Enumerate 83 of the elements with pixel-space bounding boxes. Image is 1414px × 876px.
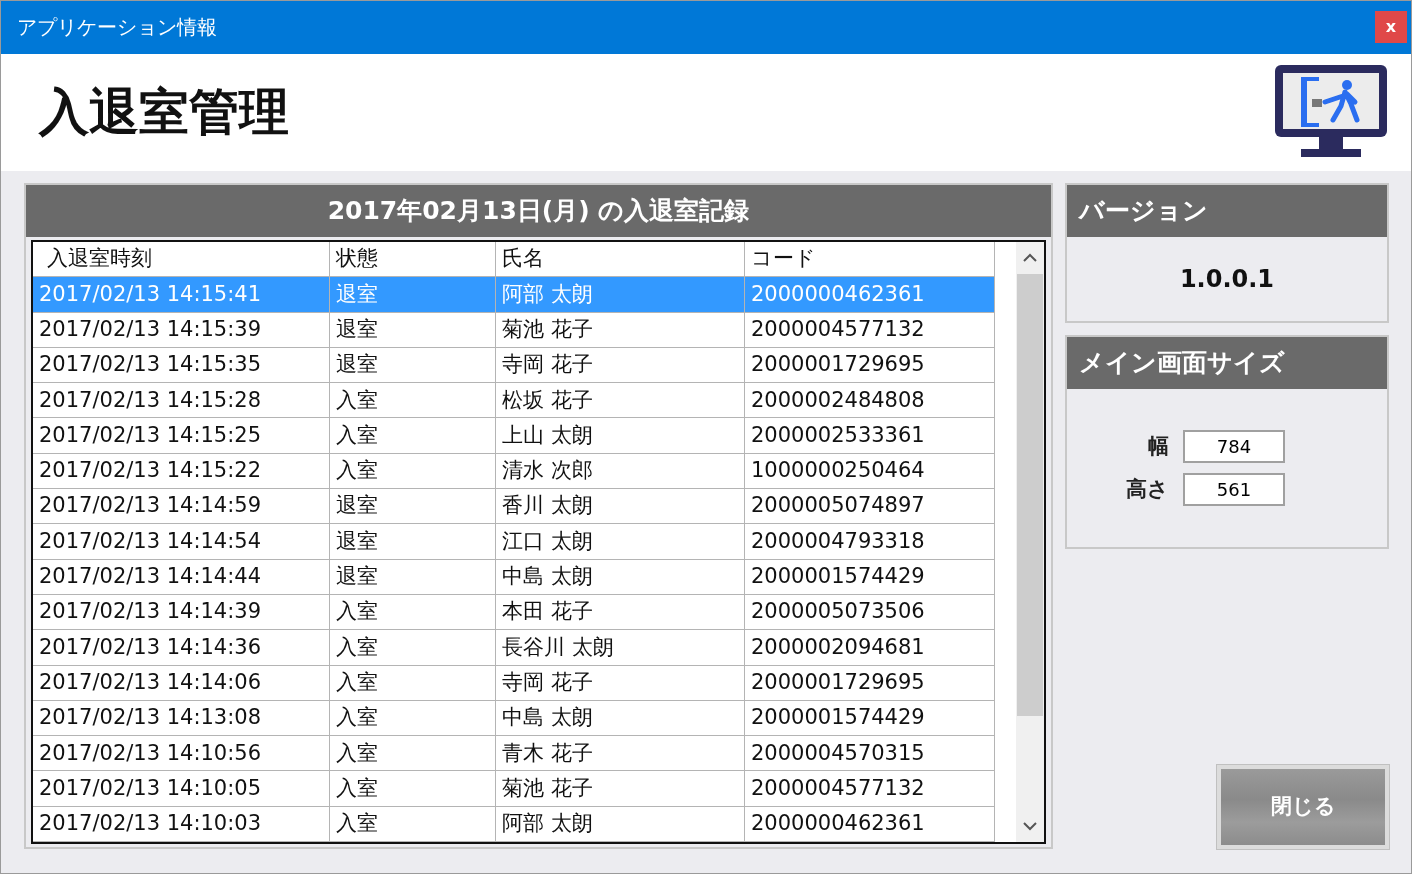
table-cell: 江口 太朗	[496, 524, 745, 560]
table-cell: 2000001574429	[745, 559, 995, 595]
table-cell: 退室	[330, 489, 496, 525]
scrollbar[interactable]	[1016, 241, 1044, 842]
table-cell: 入室	[330, 665, 496, 701]
app-title: 入退室管理	[39, 81, 289, 143]
table-cell: 2017/02/13 14:15:35	[33, 347, 330, 384]
table-cell: 2017/02/13 14:14:44	[33, 559, 330, 595]
table-cell: 入室	[330, 630, 496, 666]
table-cell: 入室	[330, 383, 496, 419]
table-cell: 2000001729695	[745, 665, 995, 701]
column-header[interactable]: 状態	[330, 241, 496, 278]
close-button[interactable]: x	[1375, 11, 1407, 44]
scroll-down-icon[interactable]	[1023, 821, 1038, 831]
version-text: 1.0.0.1	[1178, 263, 1276, 295]
table-cell: 2017/02/13 14:10:56	[33, 736, 330, 772]
table-cell: 上山 太朗	[496, 418, 745, 454]
table-cell: 2017/02/13 14:10:03	[33, 806, 330, 842]
table-cell: 本田 花子	[496, 594, 745, 631]
table-cell: 2000005074897	[745, 489, 995, 525]
panel-title: バージョン	[1067, 184, 1387, 237]
table-cell: 2017/02/13 14:14:39	[33, 594, 330, 631]
table-cell: 松坂 花子	[496, 383, 745, 419]
table-cell: 入室	[330, 418, 496, 454]
table-cell: 2000004577132	[745, 771, 995, 807]
input-field[interactable]: 561	[1183, 472, 1285, 506]
table-cell: 退室	[330, 277, 496, 313]
input-field[interactable]: 784	[1183, 429, 1285, 463]
table-cell: 退室	[330, 312, 496, 348]
table-cell: 入室	[330, 771, 496, 807]
table-cell: 入室	[330, 594, 496, 631]
column-header[interactable]: 入退室時刻	[33, 241, 330, 278]
table-cell: 退室	[330, 347, 496, 384]
column-header[interactable]: 氏名	[496, 241, 745, 278]
table-cell: 2000004793318	[745, 524, 995, 560]
panel-title: メイン画面サイズ	[1067, 336, 1387, 389]
table-cell: 入室	[330, 806, 496, 842]
table-cell: 2000002094681	[745, 630, 995, 666]
table-cell: 2017/02/13 14:14:06	[33, 665, 330, 701]
table-cell: 寺岡 花子	[496, 665, 745, 701]
table-cell: 香川 太朗	[496, 489, 745, 525]
table-cell: 青木 花子	[496, 736, 745, 772]
table-cell: 2000002484808	[745, 383, 995, 419]
table-cell: 菊池 花子	[496, 771, 745, 807]
table-cell: 寺岡 花子	[496, 347, 745, 384]
table-cell: 2017/02/13 14:14:54	[33, 524, 330, 560]
table-cell: 2000005073506	[745, 594, 995, 631]
table-cell: 2000000462361	[745, 806, 995, 842]
table-cell: 2000002533361	[745, 418, 995, 454]
table-cell: 退室	[330, 559, 496, 595]
table-cell: 2000000462361	[745, 277, 995, 313]
table-cell: 1000000250464	[745, 453, 995, 490]
table-cell: 中島 太朗	[496, 700, 745, 737]
scroll-up-icon[interactable]	[1023, 253, 1038, 263]
panel-title: 2017年02月13日(月) の入退室記録	[26, 184, 1051, 237]
table-cell: 2000001574429	[745, 700, 995, 737]
table-cell: 2017/02/13 14:15:41	[33, 277, 330, 313]
table-cell: 2000004577132	[745, 312, 995, 348]
table-cell: 2000001729695	[745, 347, 995, 384]
table-cell: 長谷川 太朗	[496, 630, 745, 666]
column-header[interactable]: コード	[745, 241, 995, 278]
table-cell: 菊池 花子	[496, 312, 745, 348]
table-cell: 2017/02/13 14:15:28	[33, 383, 330, 419]
field-label: 幅	[1147, 432, 1170, 460]
table-cell: 阿部 太朗	[496, 277, 745, 313]
table-cell: 入室	[330, 453, 496, 490]
table-cell: 入室	[330, 700, 496, 737]
table-cell: 2000004570315	[745, 736, 995, 772]
window-title: アプリケーション情報	[17, 14, 217, 42]
table-cell: 2017/02/13 14:15:25	[33, 418, 330, 454]
table-cell: 退室	[330, 524, 496, 560]
table-cell: 2017/02/13 14:15:39	[33, 312, 330, 348]
table-cell: 2017/02/13 14:15:22	[33, 453, 330, 490]
scroll-thumb[interactable]	[1017, 273, 1044, 716]
table-cell: 中島 太朗	[496, 559, 745, 595]
table-cell: 2017/02/13 14:13:08	[33, 700, 330, 737]
table-cell: 清水 次郎	[496, 453, 745, 490]
table-cell: 2017/02/13 14:14:59	[33, 489, 330, 525]
table-cell: 2017/02/13 14:10:05	[33, 771, 330, 807]
table-cell: 2017/02/13 14:14:36	[33, 630, 330, 666]
field-label: 高さ	[1125, 475, 1170, 503]
table-cell: 入室	[330, 736, 496, 772]
table-cell: 阿部 太朗	[496, 806, 745, 842]
